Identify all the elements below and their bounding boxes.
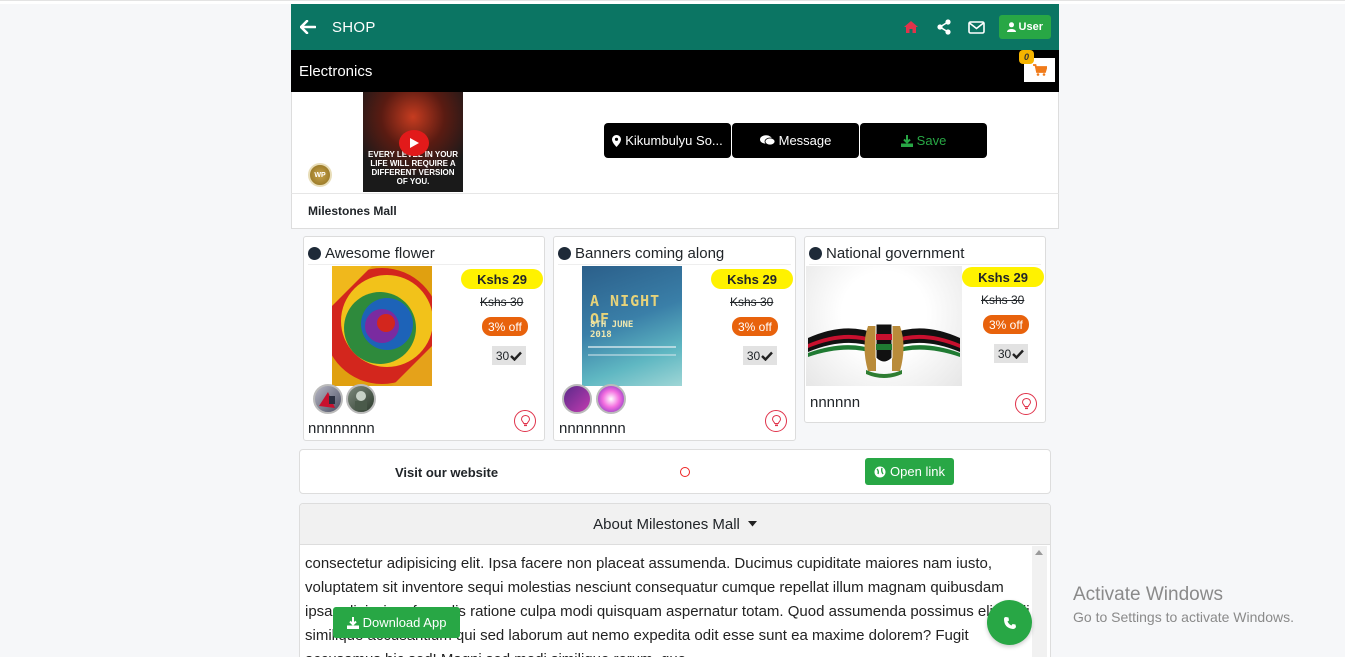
- product-image-flower[interactable]: [332, 266, 432, 386]
- discount-badge: 3% off: [482, 317, 528, 336]
- old-price: Kshs 30: [981, 293, 1025, 307]
- stock-value: 30: [746, 348, 761, 363]
- stock-count: 30: [994, 344, 1028, 363]
- product-description: nnnnnn: [810, 394, 861, 411]
- open-link-label: Open link: [890, 464, 945, 479]
- watermark-title: Activate Windows: [1073, 584, 1223, 605]
- cart-count-badge: 0: [1019, 50, 1034, 64]
- price-badge: Kshs 29: [962, 267, 1044, 287]
- shop-container: SHOP User Electronics 0 WP EVERY L: [291, 4, 1059, 229]
- home-icon[interactable]: [902, 18, 920, 36]
- comments-icon: [759, 135, 775, 146]
- promo-video[interactable]: EVERY LEVEL IN YOUR LIFE WILL REQUIRE A …: [363, 92, 463, 192]
- about-title: About Milestones Mall: [593, 515, 740, 533]
- shop-header: SHOP User: [291, 4, 1059, 50]
- website-panel: Visit our website Open link: [299, 449, 1051, 494]
- lightbulb-icon[interactable]: [1015, 393, 1037, 415]
- user-icon: [1006, 22, 1016, 32]
- map-marker-icon: [612, 134, 622, 147]
- download-app-label: Download App: [362, 615, 447, 630]
- product-image-coat-of-arms[interactable]: [806, 266, 962, 386]
- old-price: Kshs 30: [730, 295, 774, 309]
- caret-down-icon: [747, 521, 757, 527]
- stock-value: 30: [495, 348, 510, 363]
- avatar[interactable]: [313, 384, 343, 414]
- globe-icon: [874, 466, 886, 477]
- envelope-icon[interactable]: [968, 18, 986, 36]
- about-text: consectetur adipisicing elit. Ipsa facer…: [305, 555, 1030, 657]
- discount-badge: 3% off: [732, 317, 778, 336]
- product-title-row: Awesome flower: [308, 243, 540, 265]
- discount-badge: 3% off: [983, 315, 1029, 334]
- product-description: nnnnnnnn: [308, 420, 375, 437]
- lightbulb-icon[interactable]: [514, 410, 536, 432]
- user-button-label: User: [1018, 21, 1043, 33]
- product-card[interactable]: Banners coming along A NIGHT OF 8TH JUNE…: [553, 236, 796, 441]
- back-arrow-icon[interactable]: [299, 18, 317, 36]
- open-link-button[interactable]: Open link: [865, 458, 954, 485]
- circle-indicator-icon: [680, 467, 690, 477]
- location-button[interactable]: Kikumbulyu So...: [604, 123, 731, 158]
- header-actions: User: [902, 15, 1051, 39]
- scroll-up-icon[interactable]: [1035, 550, 1043, 555]
- product-description: nnnnnnnn: [559, 420, 626, 437]
- user-button[interactable]: User: [998, 15, 1051, 39]
- product-title: Banners coming along: [575, 245, 725, 262]
- check-icon: [761, 351, 774, 361]
- download-icon: [346, 616, 359, 629]
- shop-profile: WP EVERY LEVEL IN YOUR LIFE WILL REQUIRE…: [291, 92, 1059, 193]
- windows-activation-watermark: Activate Windows Go to Settings to activ…: [1073, 584, 1294, 625]
- location-label: Kikumbulyu So...: [625, 133, 723, 148]
- category-bar: Electronics 0: [291, 50, 1059, 92]
- product-card[interactable]: Awesome flower Kshs 29 Kshs 30 3% off 30…: [303, 236, 545, 441]
- page-title: SHOP: [332, 18, 376, 36]
- website-label: Visit our website: [395, 465, 499, 480]
- product-card[interactable]: National government Kshs 29 Kshs 30 3% o…: [804, 236, 1046, 423]
- avatar[interactable]: [596, 384, 626, 414]
- shop-logo: WP: [308, 163, 332, 187]
- product-title: National government: [826, 245, 965, 262]
- stock-value: 30: [997, 346, 1012, 361]
- watermark-subtitle: Go to Settings to activate Windows.: [1073, 609, 1294, 625]
- download-app-button[interactable]: Download App: [333, 607, 460, 638]
- check-icon: [1012, 349, 1025, 359]
- product-title: Awesome flower: [325, 245, 435, 262]
- status-dot-icon: [558, 247, 571, 260]
- product-title-row: Banners coming along: [558, 243, 791, 265]
- avatar[interactable]: [562, 384, 592, 414]
- play-icon[interactable]: [399, 130, 429, 156]
- poster-date: 8TH JUNE 2018: [590, 320, 634, 340]
- about-scrollbar[interactable]: [1032, 546, 1047, 657]
- category-title: Electronics: [299, 62, 373, 80]
- share-icon[interactable]: [935, 18, 953, 36]
- product-title-row: National government: [809, 243, 1041, 265]
- status-dot-icon: [809, 247, 822, 260]
- check-icon: [510, 351, 523, 361]
- mall-name: Milestones Mall: [291, 193, 1059, 229]
- price-badge: Kshs 29: [711, 269, 793, 289]
- message-label: Message: [778, 133, 832, 148]
- message-button[interactable]: Message: [732, 123, 859, 158]
- lightbulb-icon[interactable]: [765, 410, 787, 432]
- phone-icon: [1003, 616, 1016, 629]
- about-toggle[interactable]: About Milestones Mall: [300, 504, 1050, 545]
- cart-icon: [1032, 64, 1047, 76]
- status-dot-icon: [308, 247, 321, 260]
- cart-button[interactable]: 0: [1019, 50, 1055, 82]
- old-price: Kshs 30: [480, 295, 524, 309]
- price-badge: Kshs 29: [461, 269, 543, 289]
- save-button[interactable]: Save: [860, 123, 987, 158]
- avatar[interactable]: [346, 384, 376, 414]
- download-icon: [900, 134, 913, 147]
- product-image-poster[interactable]: A NIGHT OF 8TH JUNE 2018: [582, 266, 682, 386]
- stock-count: 30: [743, 346, 777, 365]
- stock-count: 30: [492, 346, 526, 365]
- call-button[interactable]: [987, 600, 1032, 645]
- save-label: Save: [916, 133, 947, 148]
